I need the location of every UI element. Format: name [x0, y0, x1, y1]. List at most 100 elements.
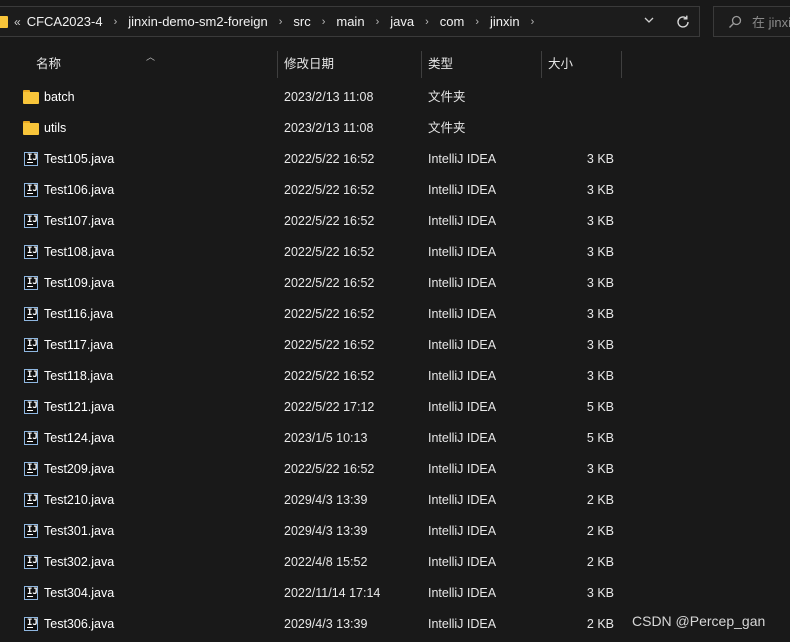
column-divider[interactable] — [541, 51, 542, 78]
file-name: utils — [44, 121, 67, 135]
file-date: 2029/4/3 13:39 — [284, 493, 368, 507]
file-name: Test301.java — [44, 524, 115, 538]
file-type: IntelliJ IDEA — [428, 307, 497, 321]
chevron-right-icon[interactable]: › — [114, 16, 118, 28]
folder-icon — [0, 15, 8, 28]
file-type: IntelliJ IDEA — [428, 493, 497, 507]
file-name: Test306.java — [44, 617, 115, 631]
intellij-icon: IJ — [24, 276, 38, 290]
chevron-right-icon[interactable]: › — [376, 16, 380, 28]
list-item[interactable]: IJ Test105.java 2022/5/22 16:52 IntelliJ ID… — [0, 144, 790, 175]
breadcrumb-item[interactable]: jinxin — [488, 14, 522, 29]
file-size: 2 KB — [586, 524, 614, 538]
column-header-name[interactable]: 名称 — [36, 51, 61, 78]
file-size: 3 KB — [586, 369, 614, 383]
chevron-down-icon[interactable] — [641, 14, 657, 30]
search-input[interactable]: 在 jinxi — [752, 12, 790, 31]
file-type: IntelliJ IDEA — [428, 586, 497, 600]
list-item[interactable]: IJ Test118.java 2022/5/22 16:52 IntelliJ ID… — [0, 361, 790, 392]
file-date: 2023/2/13 11:08 — [284, 121, 374, 135]
breadcrumb-item[interactable]: com — [438, 14, 467, 29]
chevron-right-icon[interactable]: › — [475, 16, 479, 28]
chevron-right-icon[interactable]: › — [425, 16, 429, 28]
breadcrumb-item[interactable]: jinxin-demo-sm2-foreign — [126, 14, 269, 29]
refresh-icon[interactable] — [674, 13, 692, 31]
file-name: Test107.java — [44, 214, 115, 228]
file-date: 2022/4/8 15:52 — [284, 555, 368, 569]
chevron-right-icon[interactable]: › — [531, 16, 535, 28]
column-divider[interactable] — [421, 51, 422, 78]
list-item[interactable]: IJ Test209.java 2022/5/22 16:52 IntelliJ ID… — [0, 454, 790, 485]
file-name: Test106.java — [44, 183, 115, 197]
file-name: Test105.java — [44, 152, 115, 166]
intellij-icon: IJ — [24, 214, 38, 228]
file-date: 2022/5/22 16:52 — [284, 369, 375, 383]
file-date: 2022/5/22 16:52 — [284, 307, 375, 321]
chevron-right-icon[interactable]: › — [279, 16, 283, 28]
file-size: 5 KB — [586, 400, 614, 414]
file-name: Test124.java — [44, 431, 115, 445]
list-item[interactable]: batch 2023/2/13 11:08 文件夹 — [0, 82, 790, 113]
file-date: 2022/5/22 16:52 — [284, 214, 375, 228]
list-item[interactable]: IJ Test116.java 2022/5/22 16:52 IntelliJ ID… — [0, 299, 790, 330]
breadcrumb: CFCA2023-4 › jinxin-demo-sm2-foreign › src › m… — [25, 14, 544, 29]
list-item[interactable]: IJ Test108.java 2022/5/22 16:52 IntelliJ ID… — [0, 237, 790, 268]
file-type: IntelliJ IDEA — [428, 276, 497, 290]
file-date: 2022/5/22 16:52 — [284, 152, 375, 166]
column-divider[interactable] — [277, 51, 278, 78]
list-item[interactable]: IJ Test106.java 2022/5/22 16:52 IntelliJ ID… — [0, 175, 790, 206]
overflow-chevron-icon[interactable]: « — [14, 15, 21, 29]
list-item[interactable]: IJ Test302.java 2022/4/8 15:52 IntelliJ IDE… — [0, 547, 790, 578]
search-box[interactable]: 在 jinxi — [713, 6, 790, 37]
breadcrumb-item[interactable]: java — [388, 14, 416, 29]
file-size: 3 KB — [586, 152, 614, 166]
file-name: Test302.java — [44, 555, 115, 569]
list-item[interactable]: IJ Test210.java 2029/4/3 13:39 IntelliJ IDE… — [0, 485, 790, 516]
file-list: batch 2023/2/13 11:08 文件夹 utils 2023/2/13 11… — [0, 82, 790, 640]
list-item[interactable]: IJ Test117.java 2022/5/22 16:52 IntelliJ ID… — [0, 330, 790, 361]
intellij-icon: IJ — [24, 524, 38, 538]
list-item[interactable]: IJ Test301.java 2029/4/3 13:39 IntelliJ IDE… — [0, 516, 790, 547]
file-size: 2 KB — [586, 555, 614, 569]
file-size: 2 KB — [586, 617, 614, 631]
file-type: IntelliJ IDEA — [428, 338, 497, 352]
file-name: Test116.java — [44, 307, 114, 321]
file-size: 3 KB — [586, 276, 614, 290]
file-name: Test109.java — [44, 276, 115, 290]
file-type: IntelliJ IDEA — [428, 214, 497, 228]
file-type: IntelliJ IDEA — [428, 555, 497, 569]
file-date: 2022/5/22 16:52 — [284, 462, 375, 476]
intellij-icon: IJ — [24, 245, 38, 259]
list-item[interactable]: utils 2023/2/13 11:08 文件夹 — [0, 113, 790, 144]
sort-ascending-icon: ︿ — [146, 52, 156, 62]
breadcrumb-item[interactable]: main — [334, 14, 366, 29]
file-name: Test304.java — [44, 586, 115, 600]
file-size: 3 KB — [586, 245, 614, 259]
list-item[interactable]: IJ Test121.java 2022/5/22 17:12 IntelliJ ID… — [0, 392, 790, 423]
file-type: IntelliJ IDEA — [428, 245, 497, 259]
column-header-size[interactable]: 大小 — [548, 51, 573, 78]
file-size: 5 KB — [586, 431, 614, 445]
folder-icon — [23, 121, 39, 136]
file-date: 2022/11/14 17:14 — [284, 586, 381, 600]
folder-icon — [23, 90, 39, 105]
watermark: CSDN @Percep_gan — [632, 613, 766, 629]
intellij-icon: IJ — [24, 183, 38, 197]
file-date: 2023/1/5 10:13 — [284, 431, 368, 445]
file-date: 2023/2/13 11:08 — [284, 90, 374, 104]
breadcrumb-item[interactable]: src — [291, 14, 312, 29]
file-size: 3 KB — [586, 307, 614, 321]
file-date: 2022/5/22 16:52 — [284, 338, 375, 352]
address-bar[interactable]: « CFCA2023-4 › jinxin-demo-sm2-foreign › src… — [0, 6, 700, 37]
column-header-date[interactable]: 修改日期 — [284, 51, 334, 78]
file-type: 文件夹 — [428, 121, 466, 135]
list-item[interactable]: IJ Test109.java 2022/5/22 16:52 IntelliJ ID… — [0, 268, 790, 299]
list-item[interactable]: IJ Test304.java 2022/11/14 17:14 IntelliJ I… — [0, 578, 790, 609]
file-size: 3 KB — [586, 338, 614, 352]
list-item[interactable]: IJ Test124.java 2023/1/5 10:13 IntelliJ IDE… — [0, 423, 790, 454]
chevron-right-icon[interactable]: › — [322, 16, 326, 28]
list-item[interactable]: IJ Test107.java 2022/5/22 16:52 IntelliJ ID… — [0, 206, 790, 237]
breadcrumb-item[interactable]: CFCA2023-4 — [25, 14, 105, 29]
column-divider[interactable] — [621, 51, 622, 78]
column-header-type[interactable]: 类型 — [428, 51, 453, 78]
